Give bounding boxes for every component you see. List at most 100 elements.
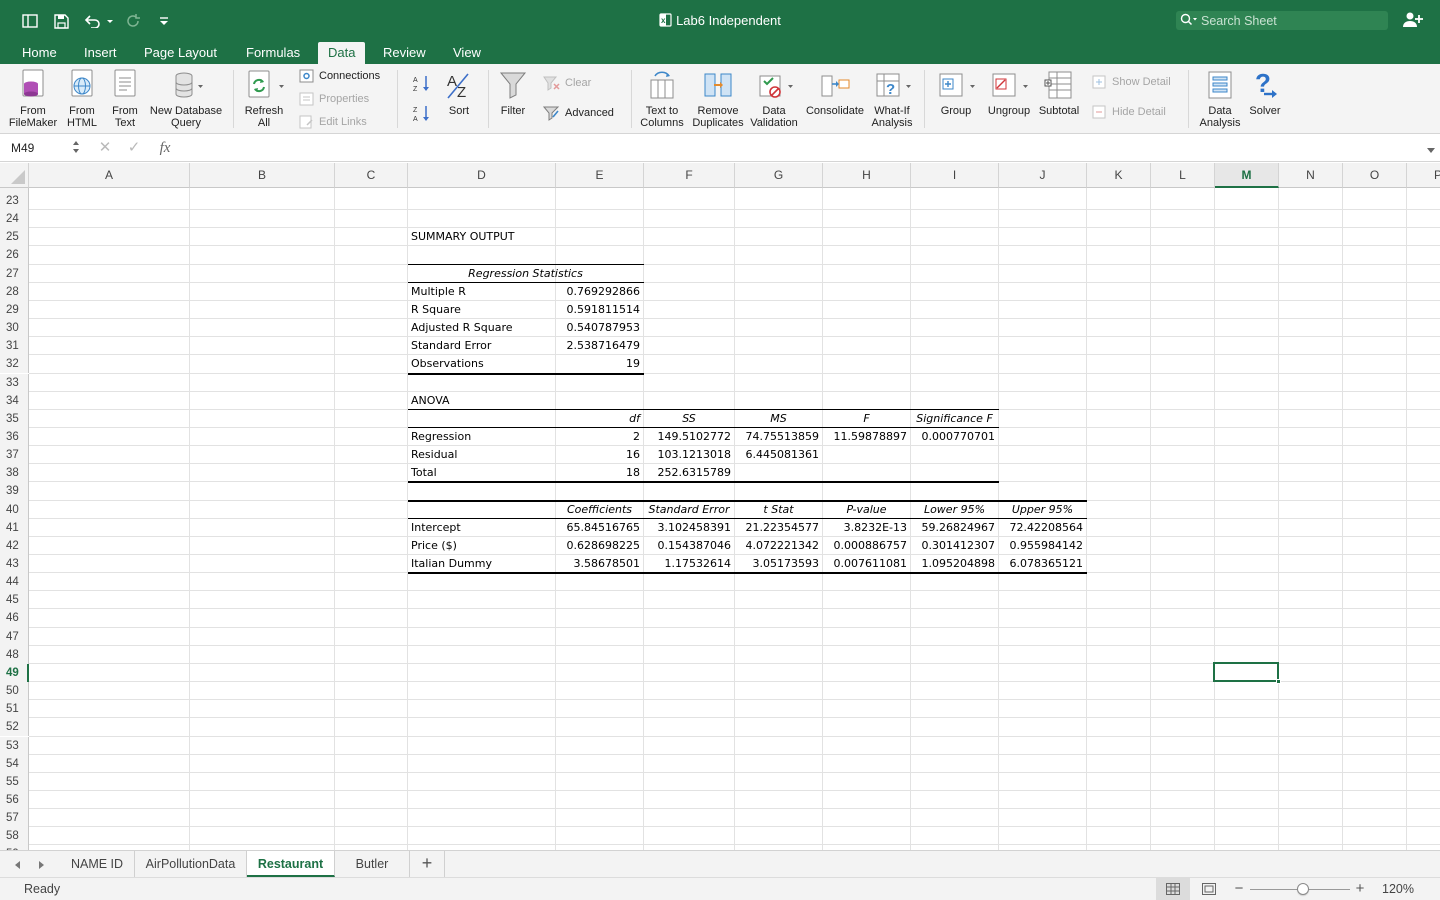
row-header-28[interactable]: 28 — [0, 282, 29, 301]
column-header-o[interactable]: O — [1343, 163, 1407, 188]
group-button[interactable]: Group — [932, 68, 980, 117]
summary-output-title[interactable]: SUMMARY OUTPUT — [408, 228, 555, 246]
what-if-analysis-button[interactable]: ? What-If Analysis — [868, 68, 916, 129]
anova-value[interactable]: 18 — [556, 464, 643, 482]
row-header-41[interactable]: 41 — [0, 518, 29, 537]
undo-icon[interactable] — [82, 10, 116, 32]
search-sheet-input[interactable] — [1201, 12, 1381, 29]
show-detail-button[interactable]: Show Detail — [1092, 75, 1171, 89]
column-header-g[interactable]: G — [735, 163, 823, 188]
column-header-c[interactable]: C — [335, 163, 408, 188]
formula-input[interactable] — [184, 137, 1414, 158]
row-header-49[interactable]: 49 — [0, 663, 29, 683]
column-header-b[interactable]: B — [190, 163, 335, 188]
row-header-56[interactable]: 56 — [0, 790, 29, 810]
tab-page-layout[interactable]: Page Layout — [134, 42, 227, 64]
column-header-i[interactable]: I — [911, 163, 999, 188]
column-header-l[interactable]: L — [1151, 163, 1215, 188]
row-header-33[interactable]: 33 — [0, 373, 29, 392]
tab-insert[interactable]: Insert — [74, 42, 127, 64]
customize-toolbar-icon[interactable] — [153, 10, 175, 32]
filter-button[interactable]: Filter — [496, 68, 530, 117]
coefficient-header[interactable]: Standard Error — [644, 501, 734, 519]
regression-statistics-header[interactable]: Regression Statistics — [408, 265, 643, 283]
connections-button[interactable]: Connections — [299, 69, 380, 83]
row-header-27[interactable]: 27 — [0, 264, 29, 283]
anova-row-label[interactable]: Residual — [408, 446, 555, 464]
hide-detail-button[interactable]: Hide Detail — [1092, 105, 1166, 119]
column-header-e[interactable]: E — [556, 163, 644, 188]
anova-value[interactable]: 16 — [556, 446, 643, 464]
advanced-filter-button[interactable]: Advanced — [543, 105, 614, 121]
row-header-29[interactable]: 29 — [0, 300, 29, 320]
anova-header[interactable]: F — [823, 410, 910, 428]
column-header-f[interactable]: F — [644, 163, 735, 188]
coefficient-value[interactable]: 65.84516765 — [556, 519, 643, 537]
row-header-37[interactable]: 37 — [0, 446, 29, 465]
normal-view-button[interactable] — [1156, 878, 1190, 900]
coefficient-value[interactable]: 3.102458391 — [644, 519, 734, 537]
coefficient-row-label[interactable]: Price ($) — [408, 537, 555, 555]
row-header-32[interactable]: 32 — [0, 355, 29, 374]
coefficient-value[interactable]: 72.42208564 — [999, 519, 1086, 537]
next-sheet-icon[interactable] — [35, 858, 47, 870]
zoom-out-button[interactable]: − — [1232, 880, 1246, 897]
row-header-45[interactable]: 45 — [0, 591, 29, 610]
tab-view[interactable]: View — [443, 42, 491, 64]
row-header-25[interactable]: 25 — [0, 228, 29, 247]
column-header-d[interactable]: D — [408, 163, 556, 188]
row-header-24[interactable]: 24 — [0, 210, 29, 229]
row-header-47[interactable]: 47 — [0, 627, 29, 646]
stat-value[interactable]: 2.538716479 — [556, 337, 643, 355]
stat-value[interactable]: 0.540787953 — [556, 319, 643, 337]
coefficient-value[interactable]: 3.05173593 — [735, 555, 822, 573]
row-header-48[interactable]: 48 — [0, 645, 29, 664]
row-header-34[interactable]: 34 — [0, 391, 29, 410]
row-header-55[interactable]: 55 — [0, 772, 29, 791]
row-header-30[interactable]: 30 — [0, 319, 29, 338]
coefficient-value[interactable]: 4.072221342 — [735, 537, 822, 555]
expand-formula-bar-icon[interactable] — [1426, 142, 1436, 154]
coefficient-value[interactable]: 0.955984142 — [999, 537, 1086, 555]
column-header-n[interactable]: N — [1279, 163, 1343, 188]
row-header-54[interactable]: 54 — [0, 754, 29, 773]
data-analysis-button[interactable]: Data Analysis — [1196, 68, 1244, 129]
clear-filter-button[interactable]: Clear — [543, 75, 591, 91]
tab-home[interactable]: Home — [12, 42, 67, 64]
column-header-a[interactable]: A — [29, 163, 190, 188]
ungroup-button[interactable]: Ungroup — [984, 68, 1034, 117]
coefficient-value[interactable]: 3.8232E-13 — [823, 519, 910, 537]
consolidate-button[interactable]: Consolidate — [803, 68, 867, 117]
anova-row-label[interactable]: Regression — [408, 428, 555, 446]
worksheet-grid[interactable]: ABCDEFGHIJKLMNOP 23 24 25 26 27 28 29 30 31 32 33 3… — [0, 163, 1440, 850]
row-header-35[interactable]: 35 — [0, 409, 29, 428]
sort-z-to-a-button[interactable]: ZA — [412, 104, 438, 124]
anova-value[interactable]: 2 — [556, 428, 643, 446]
row-header-58[interactable]: 58 — [0, 827, 29, 846]
from-html-button[interactable]: From HTML — [62, 68, 102, 129]
row-header-39[interactable]: 39 — [0, 482, 29, 501]
coefficient-value[interactable]: 0.301412307 — [911, 537, 998, 555]
column-header-j[interactable]: J — [999, 163, 1087, 188]
anova-value[interactable]: 149.5102772 — [644, 428, 734, 446]
confirm-entry-icon[interactable]: ✓ — [125, 139, 143, 157]
sheet-tab-airpollutiondata[interactable]: AirPollutionData — [135, 851, 247, 877]
row-header-31[interactable]: 31 — [0, 337, 29, 356]
coefficient-row-label[interactable]: Italian Dummy — [408, 555, 555, 573]
column-header-m[interactable]: M — [1215, 163, 1279, 188]
solver-button[interactable]: ? Solver — [1246, 68, 1284, 117]
row-header-46[interactable]: 46 — [0, 609, 29, 628]
stat-label[interactable]: Standard Error — [408, 337, 555, 355]
tab-data[interactable]: Data — [318, 42, 366, 64]
sheet-tab-butler[interactable]: Butler — [335, 851, 410, 877]
coefficient-header[interactable]: Lower 95% — [911, 501, 998, 519]
remove-duplicates-button[interactable]: Remove Duplicates — [690, 68, 746, 129]
fill-handle[interactable] — [1276, 679, 1281, 685]
name-box-stepper-icon[interactable] — [71, 138, 81, 156]
row-header-42[interactable]: 42 — [0, 536, 29, 555]
redo-icon[interactable] — [123, 10, 145, 32]
previous-sheet-icon[interactable] — [12, 858, 24, 870]
row-header-50[interactable]: 50 — [0, 682, 29, 701]
anova-value[interactable]: 0.000770701 — [911, 428, 998, 446]
coefficient-row-label[interactable]: Intercept — [408, 519, 555, 537]
